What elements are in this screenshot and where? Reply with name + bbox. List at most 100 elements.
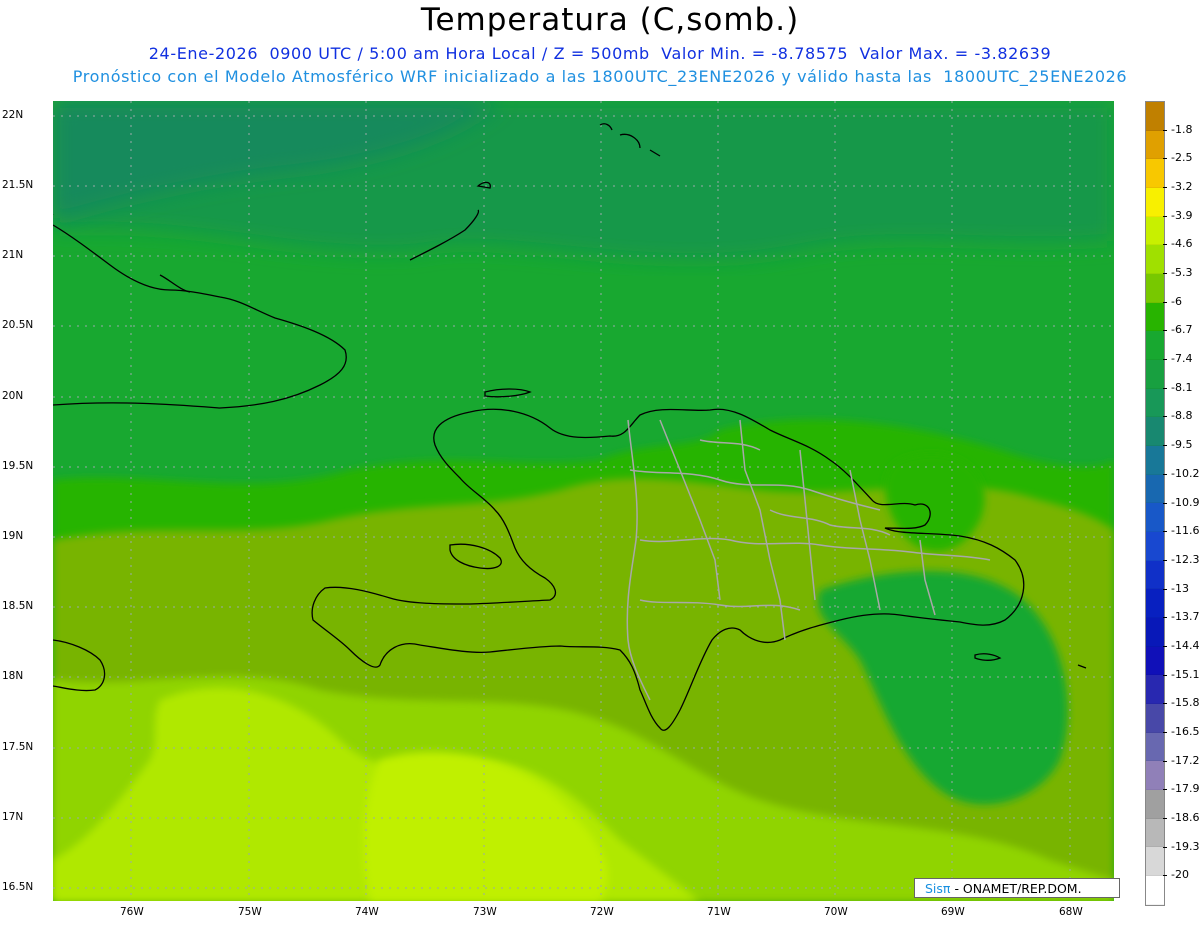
lat-label: 22N bbox=[2, 109, 24, 121]
colorbar-swatch bbox=[1146, 446, 1164, 475]
colorbar-swatch bbox=[1146, 589, 1164, 619]
lat-label: 16.5N bbox=[2, 881, 34, 893]
colorbar-swatch bbox=[1146, 274, 1164, 303]
colorbar-tick bbox=[1163, 875, 1167, 877]
colorbar-label: -14.4 bbox=[1171, 638, 1200, 652]
colorbar-tick bbox=[1163, 531, 1167, 533]
colorbar-label: -7.4 bbox=[1171, 352, 1193, 366]
colorbar-label: -2.5 bbox=[1171, 151, 1193, 165]
colorbar-swatch bbox=[1146, 646, 1164, 676]
colorbar-tick bbox=[1163, 445, 1167, 447]
colorbar-swatch bbox=[1146, 188, 1164, 217]
colorbar-swatch bbox=[1146, 360, 1164, 389]
colorbar-tick bbox=[1163, 273, 1167, 275]
lat-label: 19N bbox=[2, 530, 24, 542]
colorbar-label: -15.8 bbox=[1171, 696, 1200, 710]
lon-label: 74W bbox=[355, 906, 379, 918]
lat-label: 20N bbox=[2, 390, 24, 402]
colorbar-tick bbox=[1163, 559, 1167, 561]
colorbar-tick bbox=[1163, 330, 1167, 332]
colorbar-swatch bbox=[1146, 818, 1164, 848]
colorbar-label: -19.3 bbox=[1171, 839, 1200, 853]
lat-label: 21.5N bbox=[2, 179, 34, 191]
temperature-map bbox=[53, 101, 1114, 901]
colorbar-tick bbox=[1163, 129, 1167, 131]
colorbar-swatch bbox=[1146, 159, 1164, 189]
lat-label: 18.5N bbox=[2, 600, 34, 612]
colorbar-swatch bbox=[1146, 675, 1164, 705]
lat-label: 19.5N bbox=[2, 460, 34, 472]
colorbar-label: -8.1 bbox=[1171, 380, 1193, 394]
credit-box: Sisπ - ONAMET/REP.DOM. bbox=[914, 878, 1120, 898]
colorbar-tick bbox=[1163, 731, 1167, 733]
colorbar-swatch bbox=[1146, 876, 1164, 905]
colorbar-label: -13 bbox=[1171, 581, 1189, 595]
colorbar-label: -13.7 bbox=[1171, 610, 1200, 624]
lon-label: 72W bbox=[590, 906, 614, 918]
colorbar-label: -6.7 bbox=[1171, 323, 1193, 337]
colorbar-tick bbox=[1163, 301, 1167, 303]
lat-label: 17.5N bbox=[2, 741, 34, 753]
sispi-logo: Sisπ bbox=[925, 881, 951, 896]
lat-label: 21N bbox=[2, 249, 24, 261]
colorbar-swatch bbox=[1146, 245, 1164, 275]
colorbar-label: -3.2 bbox=[1171, 180, 1193, 194]
colorbar-label: -18.6 bbox=[1171, 810, 1200, 824]
colorbar-swatch bbox=[1146, 761, 1164, 791]
colorbar-label: -16.5 bbox=[1171, 724, 1200, 738]
colorbar-label: -4.6 bbox=[1171, 237, 1193, 251]
colorbar-swatch bbox=[1146, 704, 1164, 733]
colorbar-swatch bbox=[1146, 216, 1164, 246]
colorbar-label: -17.9 bbox=[1171, 782, 1200, 796]
colorbar-tick bbox=[1163, 502, 1167, 504]
colorbar-label: -17.2 bbox=[1171, 753, 1200, 767]
colorbar-label: -5.3 bbox=[1171, 266, 1193, 280]
colorbar-swatch bbox=[1146, 388, 1164, 418]
colorbar-swatch bbox=[1146, 102, 1164, 131]
colorbar-tick bbox=[1163, 359, 1167, 361]
colorbar-tick bbox=[1163, 674, 1167, 676]
colorbar-label: -11.6 bbox=[1171, 524, 1200, 538]
lon-label: 71W bbox=[707, 906, 731, 918]
lon-label: 68W bbox=[1059, 906, 1083, 918]
colorbar-swatch bbox=[1146, 474, 1164, 504]
colorbar bbox=[1145, 101, 1165, 906]
colorbar-tick bbox=[1163, 244, 1167, 246]
colorbar-label: -20 bbox=[1171, 868, 1189, 882]
lat-label: 18N bbox=[2, 670, 24, 682]
colorbar-label: -10.9 bbox=[1171, 495, 1200, 509]
colorbar-swatch bbox=[1146, 618, 1164, 647]
colorbar-tick bbox=[1163, 789, 1167, 791]
colorbar-tick bbox=[1163, 703, 1167, 705]
lon-label: 70W bbox=[824, 906, 848, 918]
colorbar-label: -8.8 bbox=[1171, 409, 1193, 423]
colorbar-tick bbox=[1163, 187, 1167, 189]
colorbar-swatch bbox=[1146, 732, 1164, 762]
colorbar-tick bbox=[1163, 416, 1167, 418]
colorbar-tick bbox=[1163, 588, 1167, 590]
colorbar-swatch bbox=[1146, 503, 1164, 533]
colorbar-label: -15.1 bbox=[1171, 667, 1200, 681]
lon-label: 73W bbox=[473, 906, 497, 918]
colorbar-swatch bbox=[1146, 302, 1164, 332]
lon-label: 69W bbox=[941, 906, 965, 918]
colorbar-swatch bbox=[1146, 532, 1164, 561]
lat-label: 17N bbox=[2, 811, 24, 823]
temperature-field bbox=[53, 101, 1114, 901]
colorbar-tick bbox=[1163, 473, 1167, 475]
colorbar-swatch bbox=[1146, 790, 1164, 819]
colorbar-swatch bbox=[1146, 417, 1164, 447]
colorbar-tick bbox=[1163, 158, 1167, 160]
colorbar-tick bbox=[1163, 846, 1167, 848]
credit-text: - ONAMET/REP.DOM. bbox=[954, 881, 1082, 896]
colorbar-label: -3.9 bbox=[1171, 208, 1193, 222]
colorbar-label: -12.3 bbox=[1171, 552, 1200, 566]
colorbar-tick bbox=[1163, 617, 1167, 619]
colorbar-label: -6 bbox=[1171, 294, 1182, 308]
colorbar-swatch bbox=[1146, 331, 1164, 361]
colorbar-swatch bbox=[1146, 847, 1164, 877]
lon-label: 75W bbox=[238, 906, 262, 918]
colorbar-tick bbox=[1163, 817, 1167, 819]
colorbar-label: -10.2 bbox=[1171, 466, 1200, 480]
colorbar-label: -9.5 bbox=[1171, 438, 1193, 452]
